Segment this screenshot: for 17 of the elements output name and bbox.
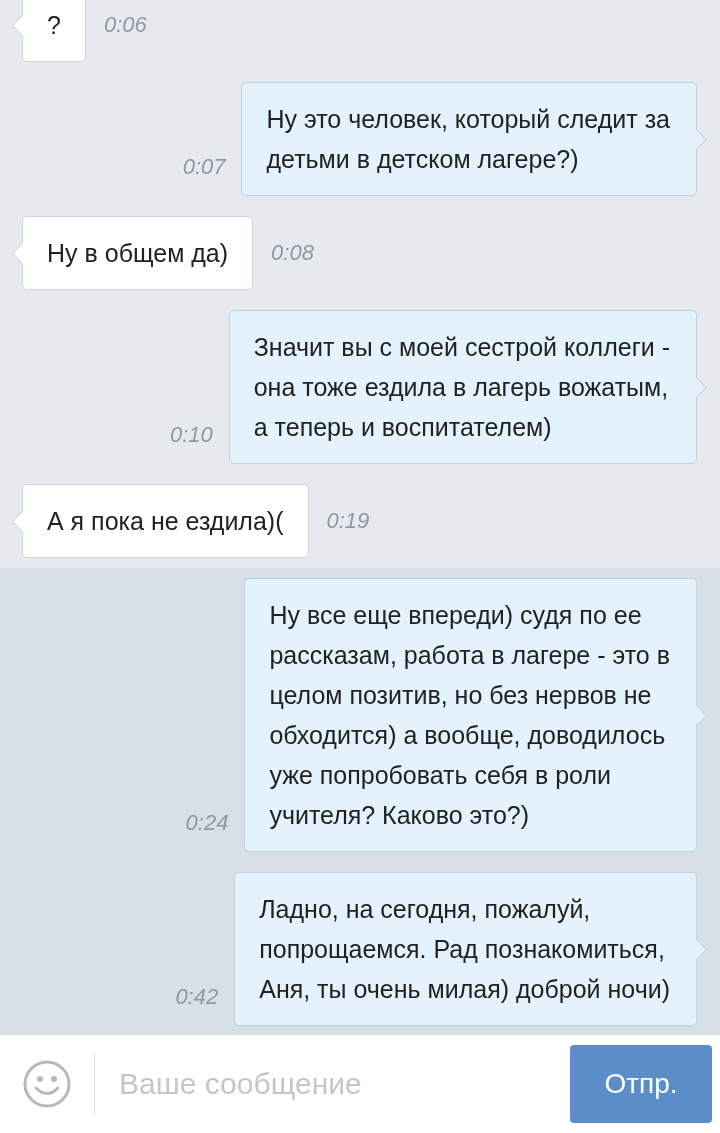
incoming-message: А я пока не ездила)(: [13, 484, 309, 558]
message-time: 0:24: [185, 810, 229, 836]
message-time: 0:42: [175, 984, 219, 1010]
outgoing-message: Ладно, на сегодня, пожалуй, попрощаемся. Рад познакомиться, Аня, ты очень милая) доброй ночи): [234, 872, 706, 1026]
outgoing-message: Ну это человек, который следит за детьми в детском лагере?): [241, 82, 706, 196]
message-time: 0:08: [271, 240, 314, 266]
outgoing-message: Ну все еще впереди) судя по ее рассказам, работа в лагере - это в целом позитив, но без нервов не обходится) а вообще, доводилось уже попробовать себя в роли учителя? Каково это?): [244, 578, 706, 852]
outgoing-message: Значит вы с моей сестрой коллеги - она тоже ездила в лагерь вожатым, а теперь и воспитателем): [228, 310, 706, 464]
message-field[interactable]: Ваше сообщение: [117, 1066, 570, 1102]
smiley-icon[interactable]: [22, 1059, 72, 1109]
message-time: 0:06: [103, 12, 147, 38]
message-time: 0:07: [182, 154, 226, 180]
message-time: 0:19: [326, 508, 370, 534]
incoming-message: Ну в общем да): [13, 216, 254, 290]
message-time: 0:10: [169, 422, 213, 448]
incoming-message: ?: [13, 0, 86, 62]
send-button[interactable]: Отпр.: [570, 1045, 712, 1123]
